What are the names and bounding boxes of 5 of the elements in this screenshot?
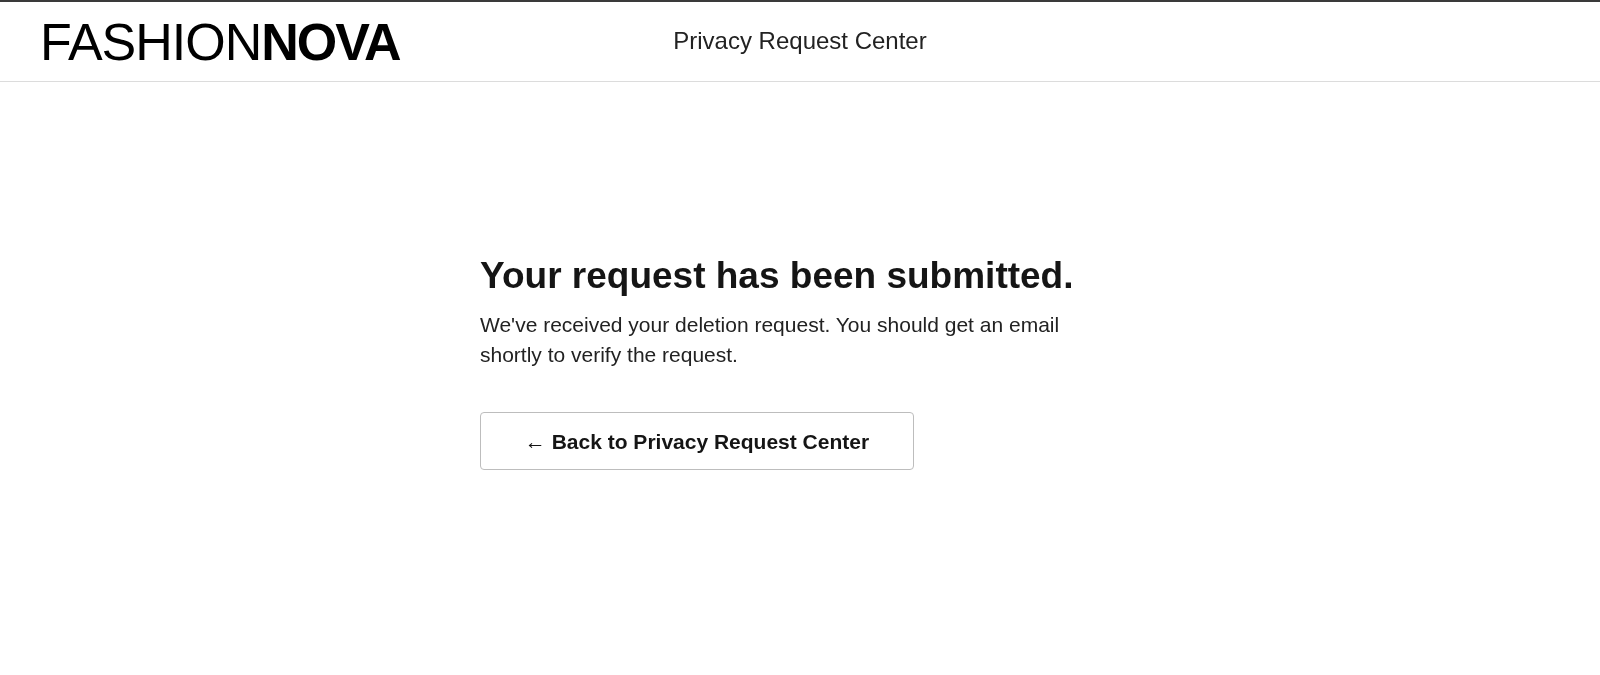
brand-logo[interactable]: FASHIONNOVA xyxy=(40,15,400,68)
back-button[interactable]: ← Back to Privacy Request Center xyxy=(480,412,914,471)
confirmation-heading: Your request has been submitted. xyxy=(480,254,1075,298)
page-title: Privacy Request Center xyxy=(673,27,927,56)
confirmation-message: We've received your deletion request. You should get an email shortly to verify the request. xyxy=(480,312,1061,369)
